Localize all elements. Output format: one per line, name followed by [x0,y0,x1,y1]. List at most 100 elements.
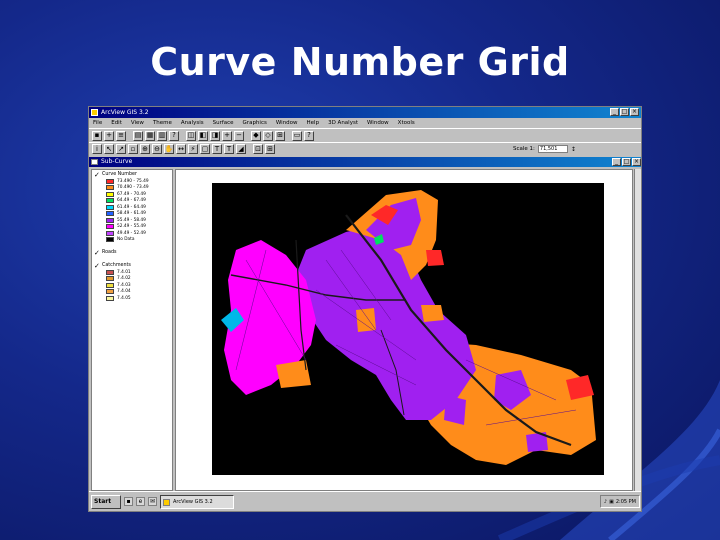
legend-swatch [106,282,114,288]
print-icon[interactable]: ▭ [292,130,302,141]
identify-icon[interactable]: i [92,144,102,154]
vertex-edit-icon[interactable]: ↗ [116,144,126,154]
toc-theme[interactable]: ✓ Catchments 7.4.01 7.4.02 7.4.03 7.4.04 7.4.0… [92,263,172,307]
app-titlebar: ArcView GIS 3.2 _ □ × [89,107,641,118]
legend-label: 73.490 - 75.49 [117,178,149,184]
menu-item-theme[interactable]: Theme [153,118,172,128]
legend-swatch [106,224,114,230]
table-icon[interactable]: ▦ [145,130,155,141]
label-icon[interactable]: T [212,144,222,154]
legend-label: 67.49 - 70.49 [117,191,146,197]
toc-theme[interactable]: ✓ Roads [92,250,172,261]
zoom-out-tool-icon[interactable]: ⊖ [152,144,162,154]
table-of-contents[interactable]: ✓ Curve Number 73.490 - 75.49 70.490 - 73.4… [91,169,173,491]
zoom-in-tool-icon[interactable]: ⊕ [140,144,150,154]
legend-swatch [106,289,114,295]
view-maximize-button[interactable]: □ [622,158,631,166]
select-icon[interactable]: ▫ [128,144,138,154]
view-title: Sub-Curve [101,158,133,165]
legend-swatch [106,237,114,243]
legend-label: No Data [117,237,135,243]
quicklaunch-desktop-icon[interactable]: ▪ [124,497,133,506]
task-arcview[interactable]: ArcView GIS 3.2 [160,494,234,509]
select-feature-icon[interactable]: ◆ [251,130,261,141]
speaker-icon[interactable]: ♪ [604,499,607,505]
clear-selection-icon[interactable]: ◇ [263,130,273,141]
snap-icon[interactable]: ⊡ [253,144,263,154]
arcview-app-icon [91,109,98,116]
text-icon[interactable]: T [224,144,234,154]
legend-label: 7.4.02 [117,276,131,282]
zoom-active-icon[interactable]: ◧ [198,130,208,141]
find-icon[interactable]: ? [169,130,179,141]
menu-item-view[interactable]: View [131,118,144,128]
menu-item-xtools[interactable]: Xtools [398,118,415,128]
grid-icon[interactable]: ⊞ [265,144,275,154]
hotlink-icon[interactable]: ⚡ [188,144,198,154]
legend-swatch [106,269,114,275]
menu-item-edit[interactable]: Edit [111,118,122,128]
zoom-in-icon[interactable]: + [222,130,232,141]
menu-item-surface[interactable]: Surface [213,118,234,128]
scale-label: Scale 1: [513,146,535,152]
legend-label: 61.49 - 64.49 [117,204,146,210]
legend-swatch [106,276,114,282]
zoom-full-icon[interactable]: ◫ [186,130,196,141]
legend-swatch [106,230,114,236]
legend-swatch [106,217,114,223]
legend-swatch [106,211,114,217]
menu-item-file[interactable]: File [93,118,102,128]
map-display[interactable] [175,169,633,491]
theme-visibility-checkbox[interactable]: ✓ [94,250,100,257]
minimize-button[interactable]: _ [610,108,619,116]
curve-number-map [212,183,604,475]
scale-input[interactable]: 71,501 [537,145,568,153]
legend-swatch [106,178,114,184]
scale-box: Scale 1: 71,501 ↕ [513,145,576,153]
save-icon[interactable]: ▪ [92,130,102,141]
taskbar: Start ▪ e ✉ ArcView GIS 3.2 ♪ ▣ 2:05 PM [89,491,641,511]
legend-label: 70.490 - 73.49 [117,185,149,191]
view-titlebar: Sub-Curve _ □ × [89,157,641,167]
legend-label: 7.4.05 [117,295,131,301]
menu-item-window[interactable]: Window [367,118,389,128]
task-arcview-label: ArcView GIS 3.2 [173,498,213,505]
button-bar: ▪ + ≡ ▤ ▦ ▥ ? ◫ ◧ ◨ + − ◆ ◇ ⊞ ▭ ? [89,128,641,142]
chart-icon[interactable]: ▥ [157,130,167,141]
theme-properties-icon[interactable]: ≡ [116,130,126,141]
query-builder-icon[interactable]: ⊞ [275,130,285,141]
view-minimize-button[interactable]: _ [612,158,621,166]
legend-editor-icon[interactable]: ▤ [133,130,143,141]
help-icon[interactable]: ? [304,130,314,141]
arcview-screenshot: ArcView GIS 3.2 _ □ × File Edit View Theme A… [88,106,642,512]
slide-title: Curve Number Grid [150,40,570,84]
menu-item-3d-analyst[interactable]: 3D Analyst [328,118,358,128]
measure-icon[interactable]: ↔ [176,144,186,154]
legend-label: 52.49 - 55.49 [117,224,146,230]
view-window: Sub-Curve _ □ × ✓ Curve Number 73.490 - 75… [89,157,641,493]
legend-label: 55.49 - 58.49 [117,217,146,223]
map-scrollbar[interactable] [634,169,641,491]
network-icon[interactable]: ▣ [609,499,614,505]
add-theme-icon[interactable]: + [104,130,114,141]
toc-theme[interactable]: ✓ Curve Number 73.490 - 75.49 70.490 - 73.4… [92,172,172,248]
scale-units-icon: ↕ [570,145,576,153]
draw-icon[interactable]: ◢ [236,144,246,154]
menu-item-graphics[interactable]: Graphics [243,118,267,128]
menu-item-help[interactable]: Help [307,118,320,128]
quicklaunch-browser-icon[interactable]: e [136,497,145,506]
pointer-icon[interactable]: ↖ [104,144,114,154]
menu-item-analysis[interactable]: Analysis [181,118,204,128]
theme-visibility-checkbox[interactable]: ✓ [94,263,100,270]
theme-visibility-checkbox[interactable]: ✓ [94,172,100,179]
close-button[interactable]: × [630,108,639,116]
quicklaunch-mail-icon[interactable]: ✉ [148,497,157,506]
menu-item-window[interactable]: Window [276,118,298,128]
pan-icon[interactable]: ✋ [164,144,174,154]
zoom-out-icon[interactable]: − [234,130,244,141]
start-button[interactable]: Start [91,494,121,509]
area-of-interest-icon[interactable]: ▢ [200,144,210,154]
view-close-button[interactable]: × [632,158,641,166]
maximize-button[interactable]: □ [620,108,629,116]
zoom-selected-icon[interactable]: ◨ [210,130,220,141]
